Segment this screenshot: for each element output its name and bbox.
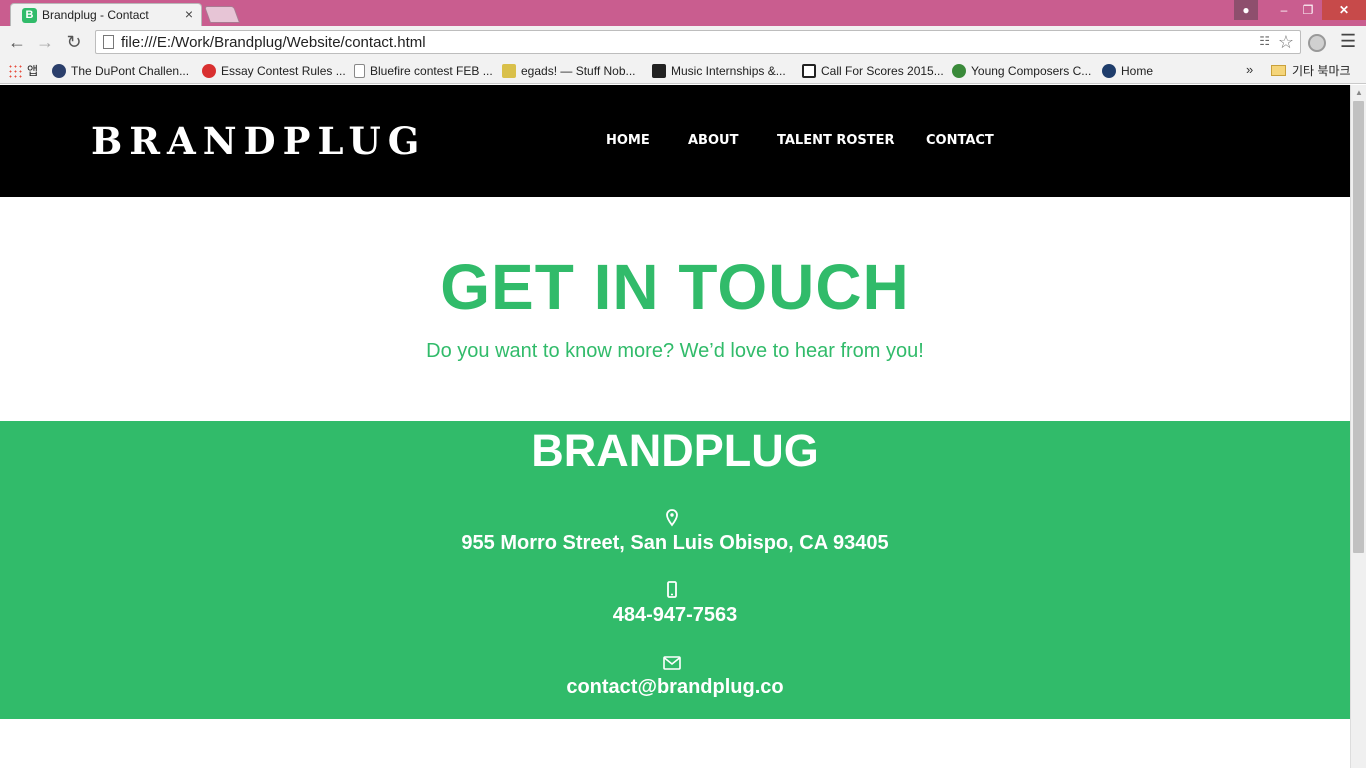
apps-grid-icon	[8, 64, 22, 78]
music-icon	[652, 64, 666, 78]
contact-section: BRANDPLUG 955 Morro Street, San Luis Obi…	[0, 421, 1350, 719]
page-subtitle: Do you want to know more? We’d love to h…	[426, 340, 924, 362]
address-bar[interactable]: file:///E:/Work/Brandplug/Website/contac…	[95, 30, 1301, 54]
profile-icon[interactable]: ●	[1234, 0, 1258, 20]
nav-about[interactable]: ABOUT	[688, 133, 738, 148]
nav-contact[interactable]: CONTACT	[926, 133, 994, 148]
contact-heading: BRANDPLUG	[531, 425, 819, 476]
menu-icon[interactable]: ☰	[1340, 31, 1356, 52]
close-window-button[interactable]: ✕	[1322, 0, 1366, 20]
bookmark-apps[interactable]: 앱	[8, 62, 38, 80]
browser-toolbar: ← → ↻ file:///E:/Work/Brandplug/Website/…	[0, 26, 1366, 58]
contact-email[interactable]: contact@brandplug.co	[0, 676, 1350, 699]
bookmark-item[interactable]: Call For Scores 2015...	[802, 62, 944, 80]
contact-phone[interactable]: 484-947-7563	[0, 604, 1350, 627]
bookmark-item[interactable]: Home	[1102, 62, 1153, 80]
reload-icon[interactable]: ↻	[63, 31, 85, 53]
browser-tab-active[interactable]: B Brandplug - Contact ×	[10, 3, 202, 26]
forward-arrow-icon[interactable]: →	[34, 31, 56, 53]
browser-title-bar: B Brandplug - Contact × ● – ❐ ✕	[0, 0, 1366, 26]
bookmark-item[interactable]: egads! — Stuff Nob...	[502, 62, 636, 80]
page-scrollbar[interactable]: ▲	[1350, 85, 1366, 768]
map-marker-icon	[666, 509, 678, 527]
bookmarks-overflow-chevron-icon[interactable]: »	[1246, 62, 1253, 77]
page-icon	[354, 64, 365, 78]
tab-close-icon[interactable]: ×	[185, 6, 193, 22]
page-title: GET IN TOUCH	[440, 251, 910, 323]
translate-icon[interactable]: ☷	[1259, 34, 1270, 48]
folder-icon	[1271, 65, 1286, 76]
ib-icon	[802, 64, 816, 78]
red-flower-icon	[202, 64, 216, 78]
url-text[interactable]: file:///E:/Work/Brandplug/Website/contac…	[121, 34, 426, 51]
scroll-up-arrow-icon[interactable]: ▲	[1355, 88, 1363, 97]
bookmarks-bar: 앱 The DuPont Challen... Essay Contest Ru…	[0, 58, 1366, 84]
other-bookmarks-folder[interactable]: 기타 북마크	[1271, 62, 1351, 80]
bookmark-star-icon[interactable]: ☆	[1278, 32, 1294, 53]
bookmark-item[interactable]: Music Internships &...	[652, 62, 786, 80]
kiwanis-icon	[1102, 64, 1116, 78]
new-tab-button[interactable]	[203, 6, 241, 23]
maximize-button[interactable]: ❐	[1296, 0, 1320, 20]
extension-icon[interactable]	[1308, 34, 1326, 52]
bookmark-item[interactable]: Young Composers C...	[952, 62, 1091, 80]
envelope-icon	[663, 656, 681, 670]
mobile-phone-icon	[667, 581, 677, 598]
site-logo[interactable]: BRANDPLUG	[91, 119, 426, 163]
contact-address: 955 Morro Street, San Luis Obispo, CA 93…	[461, 532, 889, 554]
scrollbar-thumb[interactable]	[1353, 101, 1364, 553]
bookmark-item[interactable]: The DuPont Challen...	[52, 62, 189, 80]
nav-talent-roster[interactable]: TALENT ROSTER	[777, 133, 895, 148]
minimize-button[interactable]: –	[1272, 0, 1296, 20]
page-viewport: BRANDPLUG HOME ABOUT TALENT ROSTER CONTA…	[0, 85, 1350, 768]
brandplug-favicon-icon: B	[22, 8, 37, 23]
egads-icon	[502, 64, 516, 78]
tab-title: Brandplug - Contact	[42, 8, 149, 22]
page-icon	[103, 35, 114, 49]
site-header: BRANDPLUG HOME ABOUT TALENT ROSTER CONTA…	[0, 85, 1350, 197]
nav-home[interactable]: HOME	[606, 133, 650, 148]
back-arrow-icon[interactable]: ←	[6, 31, 28, 53]
bookmark-item[interactable]: Bluefire contest FEB ...	[354, 62, 493, 80]
composer-icon	[952, 64, 966, 78]
bookmark-item[interactable]: Essay Contest Rules ...	[202, 62, 346, 80]
star-badge-icon	[52, 64, 66, 78]
